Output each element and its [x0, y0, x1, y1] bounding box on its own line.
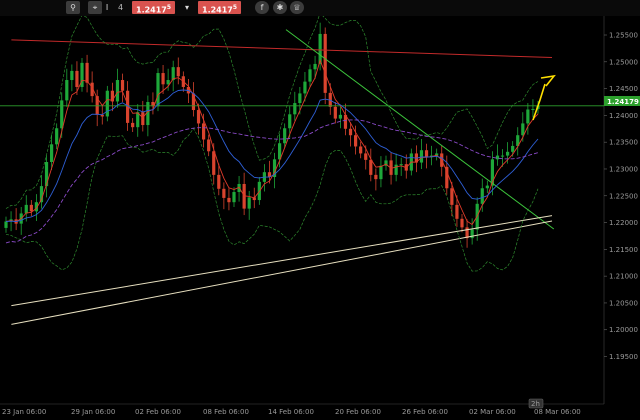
candle-body	[105, 90, 109, 117]
text-icon[interactable]: I	[100, 1, 114, 14]
candle-body	[348, 128, 353, 136]
candle-body	[85, 62, 89, 83]
ask-price[interactable]: 1.24175	[198, 1, 242, 15]
chart-area[interactable]: 1.25500 1.25000 1.24500 1.24000 1.23500 1.230…	[0, 16, 640, 420]
candle-body	[196, 110, 201, 124]
candle-body	[65, 80, 69, 101]
x-tick-label: 08 Mar 06:00	[534, 408, 581, 416]
x-tick-label: 14 Feb 06:00	[268, 408, 314, 416]
candle-body	[115, 80, 120, 102]
twitter-icon[interactable]: ✱	[273, 1, 287, 14]
x-tick-label: 02 Mar 06:00	[469, 408, 516, 416]
x-tick-label: 29 Jan 06:00	[71, 408, 115, 416]
facebook-icon[interactable]: f	[255, 1, 269, 14]
candle-body	[369, 159, 373, 175]
y-tick-label: 1.22500	[609, 192, 638, 200]
candle-body	[120, 80, 125, 91]
candle-body	[50, 144, 54, 163]
y-tick-label: 1.22000	[609, 219, 638, 227]
candle-body	[4, 221, 8, 228]
x-tick-label: 02 Feb 06:00	[135, 408, 181, 416]
candle-body	[222, 188, 226, 198]
candle-body	[298, 93, 302, 104]
candle-body	[60, 100, 64, 129]
x-tick-label: 20 Feb 06:00	[335, 408, 381, 416]
candle-body	[460, 218, 464, 228]
y-tick-label: 1.25500	[609, 32, 638, 40]
candle-body	[379, 165, 383, 180]
candle-body	[70, 70, 74, 81]
candle-body	[44, 162, 49, 187]
timeframe-badge: 2h	[528, 398, 544, 409]
crown-icon[interactable]: ♕	[290, 1, 304, 14]
candle-body	[55, 128, 59, 145]
bid-price[interactable]: 1.24175	[132, 1, 176, 15]
y-tick-label: 1.21500	[609, 246, 638, 254]
y-tick-label: 1.25000	[609, 58, 638, 66]
y-tick-label: 1.20000	[609, 326, 638, 334]
candle-body	[455, 204, 459, 219]
candle-body	[419, 150, 424, 163]
candle-body	[485, 185, 489, 189]
chevron-down-icon[interactable]: ▾	[179, 1, 195, 14]
candle-body	[495, 155, 500, 160]
candle-body	[308, 69, 312, 82]
candle-body	[424, 150, 429, 158]
candle-body	[354, 135, 358, 147]
candle-body	[227, 197, 231, 203]
candle-body	[141, 112, 145, 126]
y-tick-label: 1.19500	[609, 353, 638, 361]
candle-body	[333, 106, 337, 119]
candle-body	[166, 80, 170, 85]
x-tick-label: 23 Jan 06:00	[2, 408, 46, 416]
candle-body	[303, 81, 307, 94]
candle-body	[480, 188, 484, 204]
y-tick-label: 1.20500	[609, 299, 638, 307]
candle-body	[207, 139, 211, 152]
candle-body	[247, 197, 251, 209]
candle-body	[131, 122, 135, 128]
candle-body	[338, 114, 342, 119]
candle-body	[24, 204, 28, 214]
candle-body	[75, 70, 79, 87]
candle-body	[212, 151, 216, 175]
svg-text:2h: 2h	[531, 400, 540, 408]
candle-body	[217, 174, 221, 189]
candle-body	[29, 204, 33, 212]
svg-text:1.24179: 1.24179	[607, 98, 639, 106]
search-icon[interactable]: ⚲	[66, 1, 80, 14]
candle-body	[531, 108, 535, 110]
candle-body	[506, 151, 510, 156]
candle-body	[359, 146, 363, 154]
y-tick-label: 1.21000	[609, 273, 638, 281]
y-tick-label: 1.23000	[609, 165, 638, 173]
candle-body	[323, 33, 327, 93]
y-tick-label: 1.24000	[609, 112, 638, 120]
chart-background	[0, 16, 640, 420]
toolbar: ⚲ ⌖ I 4 1.24175 ▾ 1.24175 f ✱ ♕	[0, 0, 640, 16]
candle-body	[521, 123, 525, 136]
candle-body	[450, 188, 454, 205]
y-tick-label: 1.23500	[609, 139, 638, 147]
candle-body	[364, 153, 368, 160]
candle-body	[526, 109, 530, 124]
candle-body	[313, 63, 317, 70]
candle-body	[374, 174, 378, 180]
x-tick-label: 26 Feb 06:00	[402, 408, 448, 416]
candle-body	[293, 103, 297, 115]
candle-body	[283, 128, 287, 144]
price-tag: 1.24179	[604, 96, 640, 106]
candle-body	[288, 114, 292, 129]
candle-body	[156, 73, 160, 107]
candle-body	[500, 155, 505, 157]
candle-body	[399, 164, 403, 166]
candle-body	[161, 73, 165, 85]
candle-body	[202, 123, 206, 140]
candle-body	[511, 145, 515, 152]
candle-body	[445, 166, 449, 189]
candle-body	[176, 67, 180, 77]
x-tick-label: 08 Feb 06:00	[203, 408, 249, 416]
y-tick-label: 1.24500	[609, 85, 638, 93]
candle-body	[232, 192, 236, 203]
